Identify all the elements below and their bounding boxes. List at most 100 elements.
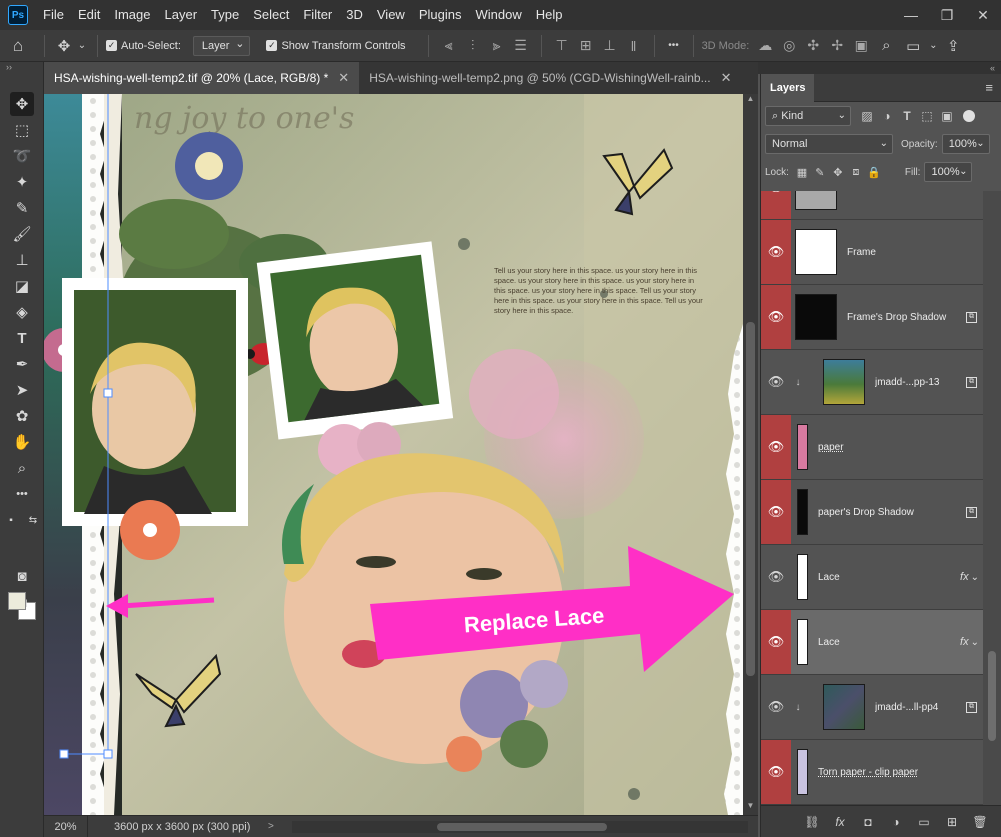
brush-tool-icon[interactable]: 🖌 xyxy=(10,222,34,246)
layer-row[interactable]: 👁 Lace fx ⌄ xyxy=(761,545,983,610)
auto-select-checkbox[interactable]: ✓ Auto-Select: xyxy=(106,40,181,52)
lock-artboard-icon[interactable]: ⧈ xyxy=(847,166,865,179)
quick-mask-icon[interactable]: ◙ xyxy=(10,564,34,588)
expand-effects-chevron-icon[interactable]: ⌄ xyxy=(971,637,979,648)
canvas-horizontal-scrollbar[interactable] xyxy=(292,820,748,833)
layer-name[interactable]: Frame's Drop Shadow xyxy=(847,312,966,323)
visibility-eye-icon[interactable]: 👁 xyxy=(761,610,791,674)
layer-name[interactable]: Lace xyxy=(818,572,960,583)
tab-document-png[interactable]: HSA-wishing-well-temp2.png @ 50% (CGD-Wi… xyxy=(359,62,741,94)
eyedropper-tool-icon[interactable]: ✎ xyxy=(10,196,34,220)
3d-orbit-icon[interactable]: ☁ xyxy=(753,30,777,62)
menu-view[interactable]: View xyxy=(370,0,412,30)
layer-row[interactable]: 👁 Lace fx ⌄ xyxy=(761,610,983,675)
menu-3d[interactable]: 3D xyxy=(339,0,370,30)
menu-plugins[interactable]: Plugins xyxy=(412,0,469,30)
stamp-tool-icon[interactable]: ⊥ xyxy=(10,248,34,272)
menu-layer[interactable]: Layer xyxy=(158,0,205,30)
tab-layers[interactable]: Layers xyxy=(761,73,815,102)
layer-name[interactable]: Frame xyxy=(847,247,983,258)
lock-image-pixels-icon[interactable]: ✎ xyxy=(811,166,829,179)
blend-mode-dropdown[interactable]: Normal ⌄ xyxy=(765,134,893,154)
3d-roll-icon[interactable]: ◎ xyxy=(777,30,801,62)
layers-scrollbar[interactable] xyxy=(983,191,1001,805)
status-menu-chevron-icon[interactable]: > xyxy=(268,821,288,832)
custom-shape-tool-icon[interactable]: ✿ xyxy=(10,404,34,428)
align-top-icon[interactable]: ⊤ xyxy=(550,30,574,62)
eraser-tool-icon[interactable]: ◪ xyxy=(10,274,34,298)
magic-wand-tool-icon[interactable]: ✦ xyxy=(10,170,34,194)
align-horizontal-center-icon[interactable]: ⫶ xyxy=(461,30,485,62)
layer-name[interactable]: Torn paper - clip paper xyxy=(818,767,983,778)
3d-scale-icon[interactable]: ▣ xyxy=(849,30,873,62)
visibility-eye-icon[interactable]: 👁 xyxy=(761,415,791,479)
close-icon[interactable]: ✕ xyxy=(338,62,349,94)
visibility-eye-icon[interactable]: 👁 xyxy=(761,545,791,609)
align-vertical-center-icon[interactable]: ⊞ xyxy=(574,30,598,62)
layer-row[interactable]: 👁 Torn paper - clip paper xyxy=(761,740,983,805)
fill-field[interactable]: 100% ⌄ xyxy=(924,162,973,182)
layer-name[interactable]: paper's Drop Shadow xyxy=(818,507,966,518)
visibility-eye-icon[interactable]: 👁 xyxy=(761,675,791,739)
layer-row[interactable]: 👁 ↓ jmadd-...ll-pp4 ⧉ xyxy=(761,675,983,740)
menu-image[interactable]: Image xyxy=(107,0,157,30)
menu-help[interactable]: Help xyxy=(529,0,570,30)
hand-tool-icon[interactable]: ✋ xyxy=(10,430,34,454)
marquee-tool-icon[interactable]: ⬚ xyxy=(10,118,34,142)
default-colors-icon[interactable]: ▪ xyxy=(4,508,18,532)
auto-select-target-dropdown[interactable]: Layer xyxy=(192,35,251,56)
3d-slide-icon[interactable]: ✢ xyxy=(825,30,849,62)
menu-window[interactable]: Window xyxy=(468,0,528,30)
filter-shape-icon[interactable]: ⬚ xyxy=(917,106,937,126)
layer-row[interactable]: 👁 xyxy=(761,191,983,220)
visibility-eye-icon[interactable]: 👁 xyxy=(761,191,791,219)
zoom-level-field[interactable]: 20% xyxy=(44,815,88,837)
path-selection-tool-icon[interactable]: ➤ xyxy=(10,378,34,402)
search-icon[interactable]: ⌕ xyxy=(873,30,899,62)
panel-menu-icon[interactable]: ≡ xyxy=(985,80,1001,95)
menu-filter[interactable]: Filter xyxy=(296,0,339,30)
close-icon[interactable]: ✕ xyxy=(721,62,732,94)
move-tool-icon[interactable]: ✥ xyxy=(10,92,34,116)
visibility-eye-icon[interactable]: 👁 xyxy=(761,220,791,284)
filter-adjustment-icon[interactable]: ◑ xyxy=(877,106,897,126)
panel-collapse-icon[interactable]: ›› xyxy=(0,62,44,74)
layer-row[interactable]: 👁 paper's Drop Shadow ⧉ xyxy=(761,480,983,545)
link-layers-icon[interactable]: ⛓ xyxy=(804,815,820,829)
opacity-field[interactable]: 100% ⌄ xyxy=(941,134,990,154)
add-mask-icon[interactable]: ◘ xyxy=(860,815,876,829)
show-transform-controls-checkbox[interactable]: ✓ Show Transform Controls xyxy=(266,40,406,52)
layers-scroll-thumb[interactable] xyxy=(988,651,996,741)
visibility-eye-icon[interactable]: 👁 xyxy=(761,285,791,349)
lock-all-icon[interactable]: 🔒 xyxy=(865,166,883,179)
layer-effects-icon[interactable]: fx xyxy=(960,636,969,648)
panel-dock-collapse-icon[interactable]: « xyxy=(758,62,1001,74)
visibility-eye-icon[interactable]: 👁 xyxy=(761,740,791,804)
3d-pan-icon[interactable]: ✣ xyxy=(801,30,825,62)
layer-row[interactable]: 👁 Frame xyxy=(761,220,983,285)
filter-pixel-icon[interactable]: ▨ xyxy=(857,106,877,126)
scroll-up-icon[interactable]: ▲ xyxy=(743,94,758,108)
tab-document-tif[interactable]: HSA-wishing-well-temp2.tif @ 20% (Lace, … xyxy=(44,62,360,94)
edit-toolbar-icon[interactable]: ••• xyxy=(10,482,34,506)
layer-name[interactable]: jmadd-...pp-13 xyxy=(875,377,966,388)
menu-type[interactable]: Type xyxy=(204,0,246,30)
visibility-eye-icon[interactable]: 👁 xyxy=(761,480,791,544)
visibility-eye-icon[interactable]: 👁 xyxy=(761,350,791,414)
swap-colors-icon[interactable]: ⇆ xyxy=(26,508,40,532)
scroll-down-icon[interactable]: ▼ xyxy=(743,801,758,815)
distribute-vertical-icon[interactable]: ‖ xyxy=(622,30,646,62)
align-bottom-icon[interactable]: ⊥ xyxy=(598,30,622,62)
tool-preset-chevron-icon[interactable]: ⌄ xyxy=(75,30,89,62)
layer-name[interactable]: jmadd-...ll-pp4 xyxy=(875,702,966,713)
layer-row[interactable]: 👁 Frame's Drop Shadow ⧉ xyxy=(761,285,983,350)
filter-toggle[interactable] xyxy=(963,110,975,122)
align-right-icon[interactable]: ⫸ xyxy=(485,30,509,62)
menu-edit[interactable]: Edit xyxy=(71,0,107,30)
canvas-vertical-scrollbar[interactable]: ▲ ▼ xyxy=(743,94,758,815)
layer-name[interactable]: paper xyxy=(818,442,983,453)
menu-file[interactable]: File xyxy=(36,0,71,30)
new-group-icon[interactable]: ▭ xyxy=(916,815,932,829)
maximize-button[interactable]: ❐ xyxy=(929,0,965,30)
type-tool-icon[interactable]: T xyxy=(10,326,34,350)
